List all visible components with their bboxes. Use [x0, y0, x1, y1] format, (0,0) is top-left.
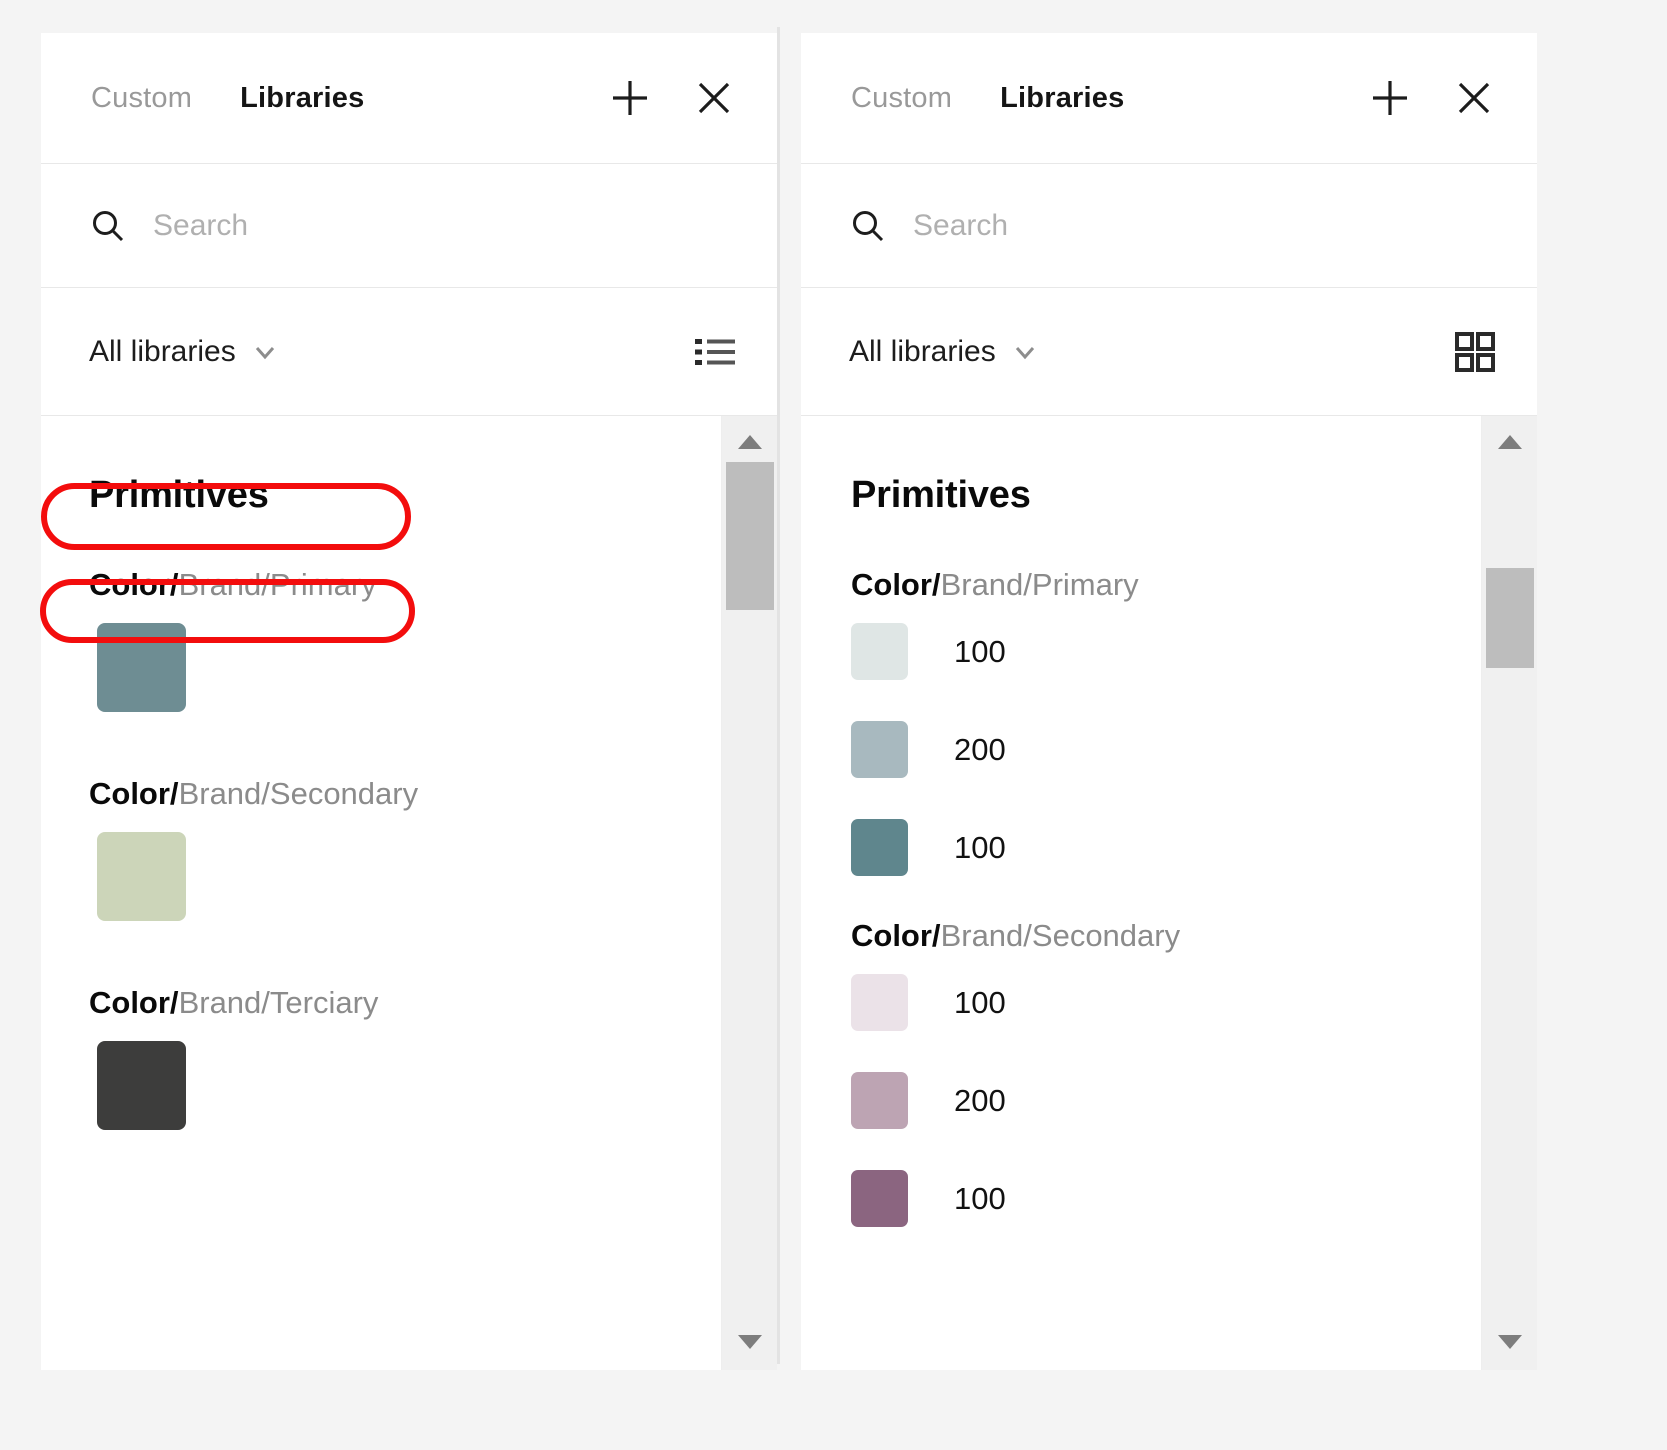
search-row — [41, 164, 777, 288]
group-suffix: Brand/Secondary — [940, 918, 1181, 953]
color-swatch[interactable] — [851, 623, 908, 680]
library-filter-dropdown[interactable]: All libraries — [849, 335, 1038, 369]
tone-item[interactable]: 200 — [851, 721, 1481, 778]
tab-libraries[interactable]: Libraries — [240, 82, 364, 115]
section-title-primitives: Primitives — [89, 474, 269, 516]
tone-label: 200 — [954, 731, 1006, 767]
chevron-down-icon — [252, 339, 278, 365]
tone-label: 100 — [954, 1180, 1006, 1216]
group-label: Color/Brand/Primary — [851, 567, 1481, 603]
group-prefix: Color/ — [89, 985, 179, 1020]
list-view-icon[interactable] — [687, 324, 743, 380]
tone-item[interactable]: 100 — [851, 974, 1481, 1031]
group-label: Color/Brand/Primary — [89, 567, 721, 603]
triangle-up-icon[interactable] — [722, 420, 777, 464]
group-suffix: Brand/Primary — [940, 567, 1139, 602]
tab-custom[interactable]: Custom — [91, 82, 192, 115]
group-prefix: Color/ — [89, 567, 179, 602]
section-title-primitives: Primitives — [851, 474, 1031, 516]
grid-view-icon[interactable] — [1447, 324, 1503, 380]
tone-label: 100 — [954, 829, 1006, 865]
color-swatch[interactable] — [851, 819, 908, 876]
panel-header: Custom Libraries — [41, 33, 777, 164]
tone-item[interactable]: 100 — [851, 1170, 1481, 1227]
color-group: Color/Brand/Primary 100 200 100 — [851, 567, 1481, 876]
triangle-down-icon[interactable] — [1482, 1320, 1537, 1364]
color-group: Color/Brand/Secondary — [89, 776, 721, 921]
group-suffix: Brand/Secondary — [178, 776, 419, 811]
group-label: Color/Brand/Terciary — [89, 985, 721, 1021]
plus-icon[interactable] — [601, 69, 659, 127]
color-swatch[interactable] — [851, 1072, 908, 1129]
triangle-up-icon[interactable] — [1482, 420, 1537, 464]
library-items-list: Primitives Color/Brand/Primary Color/Bra… — [41, 416, 721, 1370]
group-prefix: Color/ — [89, 776, 179, 811]
vertical-scrollbar[interactable] — [721, 416, 777, 1370]
libraries-panel-grid-view: Custom Libraries Search All libraries Pr… — [801, 33, 1537, 1370]
scrollbar-thumb[interactable] — [1486, 568, 1534, 668]
library-items-grid: Primitives Color/Brand/Primary 100 200 1… — [801, 416, 1481, 1370]
tone-label: 100 — [954, 984, 1006, 1020]
tab-custom[interactable]: Custom — [851, 82, 952, 115]
close-icon[interactable] — [1445, 69, 1503, 127]
color-swatch[interactable] — [851, 974, 908, 1031]
color-swatch[interactable] — [97, 1041, 186, 1130]
tone-item[interactable]: 100 — [851, 819, 1481, 876]
group-suffix: Brand/Primary — [178, 567, 377, 602]
plus-icon[interactable] — [1361, 69, 1419, 127]
content-area: Primitives Color/Brand/Primary Color/Bra… — [41, 416, 777, 1370]
group-prefix: Color/ — [851, 918, 941, 953]
color-swatch[interactable] — [851, 1170, 908, 1227]
tone-item[interactable]: 100 — [851, 623, 1481, 680]
tab-libraries[interactable]: Libraries — [1000, 82, 1124, 115]
library-filter-dropdown[interactable]: All libraries — [89, 335, 278, 369]
panel-seam — [777, 27, 780, 1364]
group-prefix: Color/ — [851, 567, 941, 602]
group-label: Color/Brand/Secondary — [89, 776, 721, 812]
color-group: Color/Brand/Primary — [89, 567, 721, 712]
tone-item[interactable]: 200 — [851, 1072, 1481, 1129]
content-area: Primitives Color/Brand/Primary 100 200 1… — [801, 416, 1537, 1370]
color-group: Color/Brand/Terciary — [89, 985, 721, 1130]
close-icon[interactable] — [685, 69, 743, 127]
tone-label: 200 — [954, 1082, 1006, 1118]
library-filter-label: All libraries — [89, 334, 236, 368]
color-swatch[interactable] — [851, 721, 908, 778]
filter-row: All libraries — [41, 288, 777, 416]
color-swatch[interactable] — [97, 623, 186, 712]
search-row — [801, 164, 1537, 288]
group-label: Color/Brand/Secondary — [851, 918, 1481, 954]
filter-row: All libraries — [801, 288, 1537, 416]
vertical-scrollbar[interactable] — [1481, 416, 1537, 1370]
panel-header: Custom Libraries — [801, 33, 1537, 164]
screenshot-root: Custom Libraries Search All libraries Pr… — [0, 0, 1667, 1450]
color-group: Color/Brand/Secondary 100 200 100 — [851, 918, 1481, 1227]
tone-label: 100 — [954, 633, 1006, 669]
triangle-down-icon[interactable] — [722, 1320, 777, 1364]
chevron-down-icon — [1012, 339, 1038, 365]
search-input[interactable] — [913, 208, 1503, 243]
group-suffix: Brand/Terciary — [178, 985, 379, 1020]
library-filter-label: All libraries — [849, 334, 996, 368]
search-input[interactable] — [153, 208, 743, 243]
color-swatch[interactable] — [97, 832, 186, 921]
libraries-panel-list-view: Custom Libraries Search All libraries Pr… — [41, 33, 777, 1370]
scrollbar-thumb[interactable] — [726, 462, 774, 610]
search-icon — [849, 207, 887, 245]
search-icon — [89, 207, 127, 245]
